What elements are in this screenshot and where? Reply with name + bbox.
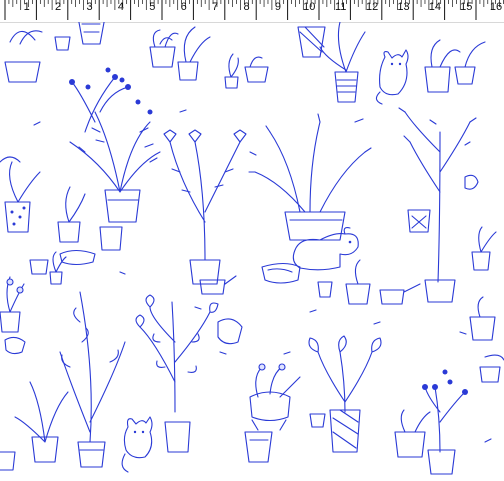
- flower-pot: [317, 281, 333, 298]
- ruler-label: 2: [55, 1, 62, 13]
- ruler-label: 7: [212, 1, 219, 13]
- flower-pot: [309, 413, 326, 428]
- ruler-label: 6: [180, 1, 187, 13]
- toile-pattern: [0, 22, 504, 475]
- measuring-ruler: 1 2 3 4 5 6 7 8 9 10 11 12 13 14 15 16: [0, 0, 504, 23]
- flower-pot: [297, 26, 326, 58]
- flower-pot: [29, 259, 49, 275]
- flower-pot: [217, 318, 243, 345]
- flower-pot: [345, 259, 371, 305]
- potted-plant: [224, 53, 269, 89]
- ruler-label: 5: [149, 1, 156, 13]
- potted-plant: [394, 409, 431, 458]
- leaf: [33, 109, 492, 443]
- cat: [121, 416, 153, 473]
- flower-pot: [244, 431, 273, 463]
- flower-pot: [407, 209, 431, 233]
- potted-plant: [248, 113, 372, 241]
- fern: [308, 335, 382, 453]
- ruler-label: 11: [334, 1, 347, 13]
- fabric-print: [0, 22, 504, 481]
- flower-pot: [454, 41, 486, 85]
- ruler-label: 14: [428, 1, 442, 13]
- ruler-label: 9: [274, 1, 281, 13]
- potted-plant: [319, 22, 366, 103]
- dog: [292, 227, 359, 271]
- ruler-label: 12: [365, 1, 379, 13]
- ruler-label: 16: [489, 1, 503, 13]
- potted-plant: [4, 30, 71, 83]
- fern: [69, 111, 161, 223]
- potted-plant: [135, 294, 219, 413]
- ruler-label: 4: [117, 1, 124, 13]
- ruler-label: 13: [397, 1, 410, 13]
- potted-plant: [249, 363, 301, 431]
- potted-plant: [163, 129, 247, 285]
- fern: [14, 381, 69, 463]
- flower-pot: [164, 421, 191, 453]
- ruler-label: 8: [243, 1, 250, 13]
- potted-plant: [49, 251, 67, 285]
- flower-pot: [78, 22, 105, 45]
- potted-plant: [471, 226, 497, 271]
- ruler-label: 15: [460, 1, 473, 13]
- flower-pot: [479, 354, 504, 383]
- ruler-label: 10: [303, 1, 316, 13]
- flower-pot: [261, 262, 301, 284]
- ruler-label: 1: [23, 1, 30, 13]
- cat: [375, 49, 409, 105]
- flower-pot: [0, 451, 16, 471]
- potted-plant: [0, 276, 25, 333]
- flower-pot: [4, 336, 26, 355]
- flower-pot: [57, 186, 86, 243]
- potted-plant: [0, 156, 41, 233]
- fern: [59, 291, 126, 468]
- flower-pot: [469, 296, 496, 341]
- potted-plant: [149, 26, 211, 81]
- berry-branch: [69, 67, 153, 133]
- berry-branch: [422, 369, 468, 475]
- potted-plant: [424, 39, 461, 93]
- flower-pot: [99, 226, 123, 251]
- ruler-label: 3: [86, 1, 93, 13]
- potted-plant: [398, 107, 479, 303]
- watering-can: [379, 283, 421, 305]
